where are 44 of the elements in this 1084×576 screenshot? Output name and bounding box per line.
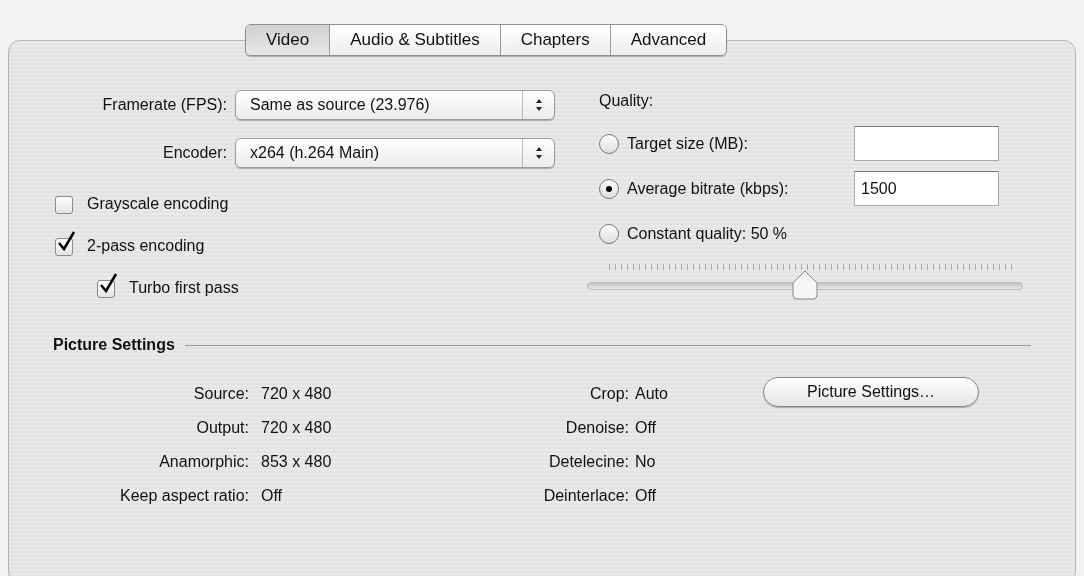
stepper-arrows-icon: [534, 98, 543, 112]
info-value: 853 x 480: [261, 452, 332, 472]
info-label: Keep aspect ratio:: [119, 486, 249, 506]
info-label: Detelecine:: [547, 452, 629, 472]
stepper-arrows-icon: [534, 146, 543, 160]
radio-button[interactable]: [599, 133, 619, 154]
checkbox-label: Turbo first pass: [129, 278, 239, 298]
field-label: Framerate (FPS):: [101, 95, 228, 115]
popup-button[interactable]: x264 (h.264 Main): [235, 138, 555, 168]
info-value: Auto: [635, 384, 668, 404]
radio-button[interactable]: [599, 223, 619, 244]
info-value: Off: [261, 486, 283, 506]
info-label: Anamorphic:: [158, 452, 249, 472]
checkbox[interactable]: [55, 230, 77, 256]
field-label: Encoder:: [161, 143, 228, 163]
picture-settings-button[interactable]: Picture Settings…: [763, 377, 979, 407]
checkbox-label: Grayscale encoding: [87, 194, 229, 214]
info-value: Off: [635, 418, 657, 438]
input-field[interactable]: [854, 126, 999, 161]
info-label: Denoise:: [564, 418, 629, 438]
info-value: No: [635, 452, 656, 472]
info-label: Crop:: [588, 384, 629, 404]
checkbox-label: 2-pass encoding: [87, 236, 205, 256]
tab[interactable]: Video: [246, 25, 330, 55]
section-title: Quality:: [599, 91, 655, 111]
slider-thumb[interactable]: [792, 270, 818, 300]
section-title: Picture Settings: [53, 335, 175, 355]
tab[interactable]: Advanced: [609, 25, 727, 55]
info-label: Output:: [195, 418, 249, 438]
info-value: 720 x 480: [261, 418, 332, 438]
quality-slider[interactable]: [587, 262, 1023, 298]
tab[interactable]: Audio & Subtitles: [329, 25, 500, 55]
radio-label: Average bitrate (kbps):: [627, 178, 790, 199]
radio-button[interactable]: [599, 178, 619, 199]
radio-label: Target size (MB):: [627, 133, 749, 154]
popup-button[interactable]: Same as source (23.976): [235, 90, 555, 120]
info-value: 720 x 480: [261, 384, 332, 404]
info-label: Source:: [192, 384, 249, 404]
input-field[interactable]: 1500: [854, 171, 999, 206]
info-label: Deinterlace:: [542, 486, 629, 506]
checkbox[interactable]: [97, 272, 119, 298]
tab[interactable]: Chapters: [499, 25, 610, 55]
info-value: Off: [635, 486, 657, 506]
radio-label: Constant quality: 50 %: [627, 223, 789, 244]
